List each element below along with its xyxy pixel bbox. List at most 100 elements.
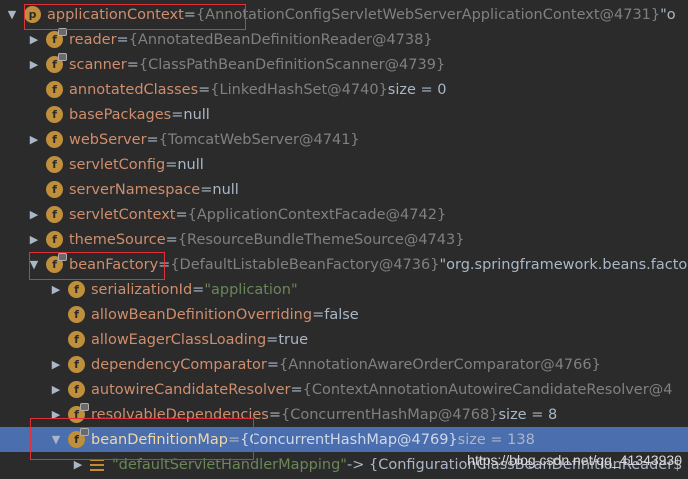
object-reference: {ContextAnnotationAutowireCandidateResol… <box>302 381 673 398</box>
field-name: autowireCandidateResolver <box>91 381 291 398</box>
expand-arrow-icon[interactable]: ▶ <box>28 133 40 147</box>
tree-row[interactable]: ▶ f dependencyComparator = {AnnotationAwar… <box>0 352 688 377</box>
field-name: servletConfig <box>69 156 166 173</box>
equals-sign: = <box>266 356 280 373</box>
field-icon: f <box>68 356 85 373</box>
field-name: serverNamespace <box>69 181 201 198</box>
tree-row[interactable]: f allowEagerClassLoading = true <box>0 327 688 352</box>
field-name: themeSource <box>69 231 166 248</box>
equals-sign: = <box>165 156 178 173</box>
equals-sign: = <box>116 31 129 48</box>
field-icon: f <box>68 331 85 348</box>
collapse-arrow-icon[interactable]: ▼ <box>50 433 62 447</box>
field-name: servletContext <box>69 206 176 223</box>
object-reference: {AnnotationAwareOrderComparator@4766} <box>279 356 601 373</box>
object-reference: {TomcatWebServer@4741} <box>158 131 360 148</box>
lock-icon <box>58 53 67 61</box>
field-name: allowEagerClassLoading <box>91 331 267 348</box>
object-reference: {ApplicationContextFacade@4742} <box>187 206 447 223</box>
object-reference: {ResourceBundleThemeSource@4743} <box>177 231 465 248</box>
object-reference: {ClassPathBeanDefinitionScanner@4739} <box>138 56 446 73</box>
collapse-arrow-icon[interactable]: ▼ <box>6 8 18 22</box>
equals-sign: = <box>290 381 303 398</box>
field-name: scanner <box>69 56 127 73</box>
field-icon: f <box>46 28 67 48</box>
tree-row[interactable]: f serverNamespace = null <box>0 177 688 202</box>
field-name: reader <box>69 31 117 48</box>
property-icon: p <box>24 6 41 23</box>
expand-arrow-icon[interactable]: ▶ <box>50 283 62 297</box>
field-icon: f <box>68 403 89 423</box>
tree-row[interactable]: ▶ f serializationId = "application" <box>0 277 688 302</box>
tree-row[interactable]: ▶ f scanner = {ClassPathBeanDefinitionScan… <box>0 52 688 77</box>
equals-sign: = <box>183 6 196 23</box>
equals-sign: = <box>146 131 159 148</box>
object-reference: {ConcurrentHashMap@4768} <box>281 406 499 423</box>
field-name: beanFactory <box>69 256 159 273</box>
equals-sign: = <box>268 406 281 423</box>
tree-row[interactable]: ▶ f reader = {AnnotatedBeanDefinitionReade… <box>0 27 688 52</box>
field-icon: f <box>46 206 63 223</box>
expand-arrow-icon[interactable]: ▶ <box>28 208 40 222</box>
value-text: "org.springframework.beans.facto <box>439 256 688 273</box>
tree-row[interactable]: ▼ f beanFactory = {DefaultListableBeanFact… <box>0 252 688 277</box>
field-icon: f <box>68 428 89 448</box>
field-icon: f <box>68 281 85 298</box>
expand-arrow-icon[interactable]: ▶ <box>50 383 62 397</box>
object-reference: {LinkedHashSet@4740} <box>210 81 388 98</box>
tree-row[interactable]: f annotatedClasses = {LinkedHashSet@4740}… <box>0 77 688 102</box>
arrow-spacer <box>28 83 40 97</box>
field-name: resolvableDependencies <box>91 406 269 423</box>
equals-sign: = <box>175 206 188 223</box>
tree-row[interactable]: f servletConfig = null <box>0 152 688 177</box>
value-text: "o <box>660 6 676 23</box>
object-reference: {DefaultListableBeanFactory@4736} <box>170 256 440 273</box>
tree-row[interactable]: ▼ f beanDefinitionMap = {ConcurrentHashMap… <box>0 427 688 452</box>
equals-sign: = <box>126 56 139 73</box>
lock-icon <box>80 428 89 436</box>
string-value: "application" <box>204 281 298 298</box>
field-icon: f <box>46 181 63 198</box>
equals-sign: = <box>198 81 211 98</box>
field-icon: f <box>46 131 63 148</box>
tree-row[interactable]: ▶ f webServer = {TomcatWebServer@4741} <box>0 127 688 152</box>
tree-row[interactable]: f basePackages = null <box>0 102 688 127</box>
expand-arrow-icon[interactable]: ▶ <box>50 358 62 372</box>
value-text: size = 138 <box>457 431 535 448</box>
equals-sign: = <box>165 231 178 248</box>
tree-row[interactable]: ▶ f autowireCandidateResolver = {ContextAn… <box>0 377 688 402</box>
field-name: serializationId <box>91 281 193 298</box>
value-text: true <box>278 331 309 348</box>
equals-sign: = <box>228 431 241 448</box>
value-text: null <box>177 156 204 173</box>
expand-arrow-icon[interactable]: ▶ <box>28 33 40 47</box>
object-reference: {AnnotatedBeanDefinitionReader@4738} <box>128 31 433 48</box>
field-icon: f <box>46 53 67 73</box>
collapse-arrow-icon[interactable]: ▼ <box>28 258 40 272</box>
equals-sign: = <box>200 181 213 198</box>
field-name: allowBeanDefinitionOverriding <box>91 306 313 323</box>
tree-row[interactable]: ▶ f resolvableDependencies = {ConcurrentHa… <box>0 402 688 427</box>
tree-row[interactable]: ▶ f servletContext = {ApplicationContextFa… <box>0 202 688 227</box>
field-icon: f <box>68 381 85 398</box>
expand-arrow-icon[interactable]: ▶ <box>28 233 40 247</box>
field-icon: f <box>46 106 63 123</box>
arrow-spacer <box>50 308 62 322</box>
field-name: dependencyComparator <box>91 356 267 373</box>
field-icon: f <box>46 253 67 273</box>
arrow-spacer <box>28 108 40 122</box>
tree-row[interactable]: ▼ p applicationContext = {AnnotationConfig… <box>0 2 688 27</box>
value-text: size = 0 <box>387 81 447 98</box>
equals-sign: = <box>158 256 171 273</box>
expand-arrow-icon[interactable]: ▶ <box>50 408 62 422</box>
equals-sign: = <box>192 281 205 298</box>
tree-row[interactable]: ▶ f themeSource = {ResourceBundleThemeSour… <box>0 227 688 252</box>
field-icon: f <box>46 81 63 98</box>
value-text: size = 8 <box>498 406 558 423</box>
expand-arrow-icon[interactable]: ▶ <box>28 58 40 72</box>
value-text: null <box>183 106 210 123</box>
lock-icon <box>80 403 89 411</box>
string-value: "defaultServletHandlerMapping" <box>112 456 347 473</box>
expand-arrow-icon[interactable]: ▶ <box>72 458 84 472</box>
tree-row[interactable]: f allowBeanDefinitionOverriding = false <box>0 302 688 327</box>
